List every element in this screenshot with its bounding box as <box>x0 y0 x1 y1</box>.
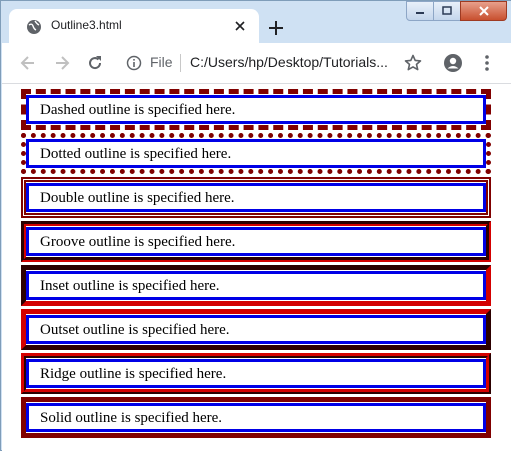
tab-outline3[interactable]: Outline3.html <box>9 9 259 43</box>
info-icon[interactable] <box>126 55 142 71</box>
new-tab-icon[interactable] <box>265 17 287 39</box>
menu-kebab-icon[interactable] <box>477 53 497 73</box>
address-bar[interactable]: File C:/Users/hp/Desktop/Tutorials... <box>114 47 394 79</box>
box-outset: Outset outline is specified here. <box>26 315 486 344</box>
close-tab-icon[interactable] <box>233 19 247 33</box>
minimize-icon <box>416 12 424 14</box>
box-solid: Solid outline is specified here. <box>26 403 486 432</box>
tab-title: Outline3.html <box>51 18 122 32</box>
omnibox-divider <box>180 54 181 72</box>
close-window-button[interactable] <box>460 1 507 21</box>
box-label: Groove outline is specified here. <box>40 234 236 250</box>
profile-avatar-icon[interactable] <box>443 53 463 73</box>
box-dashed: Dashed outline is specified here. <box>26 95 486 124</box>
close-window-icon <box>478 6 489 16</box>
box-label: Inset outline is specified here. <box>40 278 220 294</box>
box-double: Double outline is specified here. <box>26 183 486 212</box>
box-label: Ridge outline is specified here. <box>40 366 227 382</box>
box-label: Dotted outline is specified here. <box>40 146 232 162</box>
page-content: Dashed outline is specified here. Dotted… <box>2 84 511 451</box>
box-dotted: Dotted outline is specified here. <box>26 139 486 168</box>
bookmark-star-icon[interactable] <box>403 53 423 73</box>
box-inset: Inset outline is specified here. <box>26 271 486 300</box>
box-label: Dashed outline is specified here. <box>40 102 236 118</box>
browser-toolbar: File C:/Users/hp/Desktop/Tutorials... <box>2 43 511 84</box>
box-ridge: Ridge outline is specified here. <box>26 359 486 388</box>
back-icon[interactable] <box>18 53 38 73</box>
maximize-button[interactable] <box>433 1 461 21</box>
box-label: Solid outline is specified here. <box>40 410 223 426</box>
browser-window: Outline3.html File C:/Users/hp/Desktop/T… <box>0 0 511 451</box>
box-groove: Groove outline is specified here. <box>26 227 486 256</box>
box-label: Outset outline is specified here. <box>40 322 230 338</box>
minimize-button[interactable] <box>406 1 434 21</box>
tab-strip: Outline3.html <box>1 1 511 43</box>
scheme-label: File <box>150 54 173 70</box>
globe-icon <box>27 20 41 34</box>
url-text[interactable]: C:/Users/hp/Desktop/Tutorials... <box>190 54 388 70</box>
forward-icon[interactable] <box>52 53 72 73</box>
maximize-icon <box>442 6 452 15</box>
reload-icon[interactable] <box>85 53 105 73</box>
box-label: Double outline is specified here. <box>40 190 235 206</box>
